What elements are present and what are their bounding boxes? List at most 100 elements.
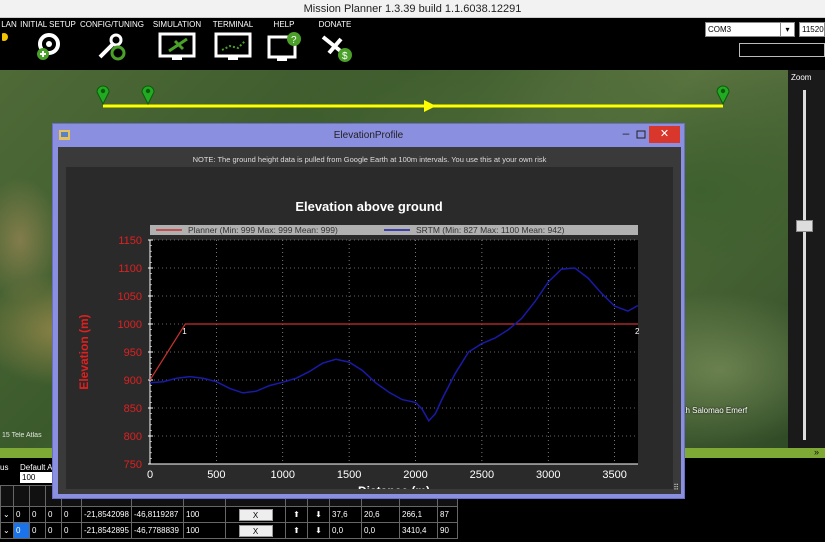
monitor-plane-icon — [158, 32, 196, 60]
up-arrow-icon[interactable]: ⬆ — [285, 506, 308, 523]
cell-az: 90 — [437, 522, 458, 539]
row-dropdown[interactable]: ⌄ — [0, 522, 14, 539]
connection-status-box — [739, 43, 825, 57]
com-port-value: COM3 — [708, 25, 732, 34]
zoom-slider-handle[interactable] — [796, 220, 813, 232]
elevation-chart-svg: Elevation above ground Planner (Min: 999 … — [77, 199, 640, 489]
flight-plan-icon — [2, 33, 8, 41]
monitor-help-icon: ? — [267, 32, 301, 61]
terminal-button[interactable]: TERMINAL — [208, 18, 258, 70]
initial-setup-button[interactable]: INITIAL SETUP — [18, 18, 78, 70]
delete-button[interactable]: X — [238, 508, 273, 521]
row-dropdown[interactable]: ⌄ — [0, 506, 14, 523]
gear-plus-icon — [37, 33, 60, 60]
default-alt-label: Default A — [20, 463, 53, 472]
x-tick-label: 1500 — [337, 469, 361, 481]
down-arrow-icon[interactable]: ⬇ — [307, 522, 330, 539]
elevation-chart: Elevation above ground Planner (Min: 999 … — [66, 167, 673, 489]
baud-rate-select[interactable]: 11520 — [799, 22, 825, 37]
default-alt-input[interactable]: 100 — [20, 472, 54, 483]
waypoint-marker-2[interactable] — [716, 85, 730, 106]
x-tick-label: 2500 — [470, 469, 494, 481]
waypoint-marker-home[interactable] — [96, 85, 110, 106]
cell-delete: X — [225, 522, 286, 539]
cell-param2[interactable]: 0 — [29, 522, 46, 539]
cell-angle: 20,6 — [361, 506, 400, 523]
cell-angle: 0,0 — [361, 522, 400, 539]
simulation-button[interactable]: SIMULATION — [150, 18, 204, 70]
elevation-window-title: ElevationProfile — [333, 130, 404, 141]
y-tick-label: 850 — [124, 403, 142, 415]
x-axis-label: Distance (m) — [358, 484, 430, 489]
cell-lng[interactable]: -46,7788839 — [131, 522, 184, 539]
elevation-window-body: NOTE: The ground height data is pulled f… — [58, 147, 681, 494]
cell-grad: 0,0 — [329, 522, 362, 539]
y-tick-label: 950 — [124, 347, 142, 359]
cell-alt[interactable]: 100 — [183, 506, 226, 523]
flight-plan-label: LAN — [1, 20, 17, 29]
y-tick-label: 1000 — [118, 319, 142, 331]
chevron-down-icon: ▾ — [780, 23, 794, 36]
elevation-profile-window: ElevationProfile – ✕ NOTE: The ground he… — [52, 123, 685, 499]
chart-title: Elevation above ground — [295, 199, 442, 214]
cell-param1[interactable]: 0 — [13, 506, 30, 523]
close-button[interactable]: ✕ — [649, 126, 680, 143]
status-label: us — [0, 463, 9, 472]
map-copyright: 15 Tele Atlas — [2, 432, 42, 439]
wrench-gear-icon — [98, 33, 126, 61]
app-title-bar: Mission Planner 1.3.39 build 1.1.6038.12… — [0, 0, 825, 18]
cell-lat[interactable]: -21,8542098 — [81, 506, 132, 523]
legend-entry: Planner (Min: 999 Max: 999 Mean: 999) — [188, 225, 338, 235]
x-tick-label: 3000 — [536, 469, 560, 481]
cell-az: 87 — [437, 506, 458, 523]
x-tick-label: 500 — [207, 469, 225, 481]
table-row[interactable]: ⌄ 0 0 0 0 -21,8542098 -46,8119287 100 X … — [0, 506, 458, 523]
path-direction-arrow — [424, 100, 436, 112]
resize-grip-icon[interactable]: ⠿ — [673, 483, 679, 492]
maximize-button[interactable] — [633, 128, 649, 142]
cell-param3[interactable]: 0 — [45, 522, 62, 539]
cell-delete: X — [225, 506, 286, 523]
donate-button[interactable]: DONATE $ — [312, 18, 358, 70]
minimize-button[interactable]: – — [619, 127, 633, 142]
y-tick-label: 750 — [124, 459, 142, 471]
app-title: Mission Planner 1.3.39 build 1.1.6038.12… — [303, 3, 522, 15]
x-tick-label: 2000 — [403, 469, 427, 481]
up-arrow-icon[interactable]: ⬆ — [285, 522, 308, 539]
double-chevron-down-icon[interactable]: » — [814, 447, 819, 457]
waypoint-point-label: 1 — [182, 327, 187, 336]
cell-dist: 3410,4 — [399, 522, 438, 539]
y-tick-label: 1150 — [118, 235, 142, 247]
waypoint-point-label: 2 — [635, 327, 640, 336]
cell-lng[interactable]: -46,8119287 — [131, 506, 184, 523]
simulation-label: SIMULATION — [152, 20, 202, 29]
config-tuning-button[interactable]: CONFIG/TUNING — [80, 18, 144, 70]
terminal-label: TERMINAL — [212, 20, 254, 29]
x-tick-label: 3500 — [602, 469, 626, 481]
cell-param4[interactable]: 0 — [61, 506, 82, 523]
zoom-slider-track[interactable] — [803, 90, 806, 440]
cell-param1[interactable]: 0 — [13, 522, 30, 539]
y-tick-label: 1100 — [118, 263, 142, 275]
cell-param2[interactable]: 0 — [29, 506, 46, 523]
plane-dollar-icon: $ — [321, 35, 352, 62]
com-port-select[interactable]: COM3 ▾ — [705, 22, 795, 37]
delete-button[interactable]: X — [238, 524, 273, 537]
down-arrow-icon[interactable]: ⬇ — [307, 506, 330, 523]
baud-rate-value: 11520 — [802, 25, 824, 34]
initial-setup-label: INITIAL SETUP — [20, 20, 76, 29]
map-place-label: ah Salomao Emerf — [681, 406, 748, 415]
cell-param4[interactable]: 0 — [61, 522, 82, 539]
cell-param3[interactable]: 0 — [45, 506, 62, 523]
flight-plan-button[interactable]: LAN — [0, 18, 18, 70]
zoom-label: Zoom — [791, 73, 812, 82]
help-button[interactable]: HELP ? — [262, 18, 306, 70]
cell-alt[interactable]: 100 — [183, 522, 226, 539]
waypoint-marker-1[interactable] — [141, 85, 155, 106]
cell-grad: 37,6 — [329, 506, 362, 523]
table-row[interactable]: ⌄ 0 0 0 0 -21,8542895 -46,7788839 100 X … — [0, 522, 458, 539]
main-toolbar: LAN INITIAL SETUP CONFIG/TUNING SIMULATI… — [0, 18, 825, 70]
x-tick-label: 1000 — [271, 469, 295, 481]
svg-text:$: $ — [342, 51, 348, 62]
cell-lat[interactable]: -21,8542895 — [81, 522, 132, 539]
